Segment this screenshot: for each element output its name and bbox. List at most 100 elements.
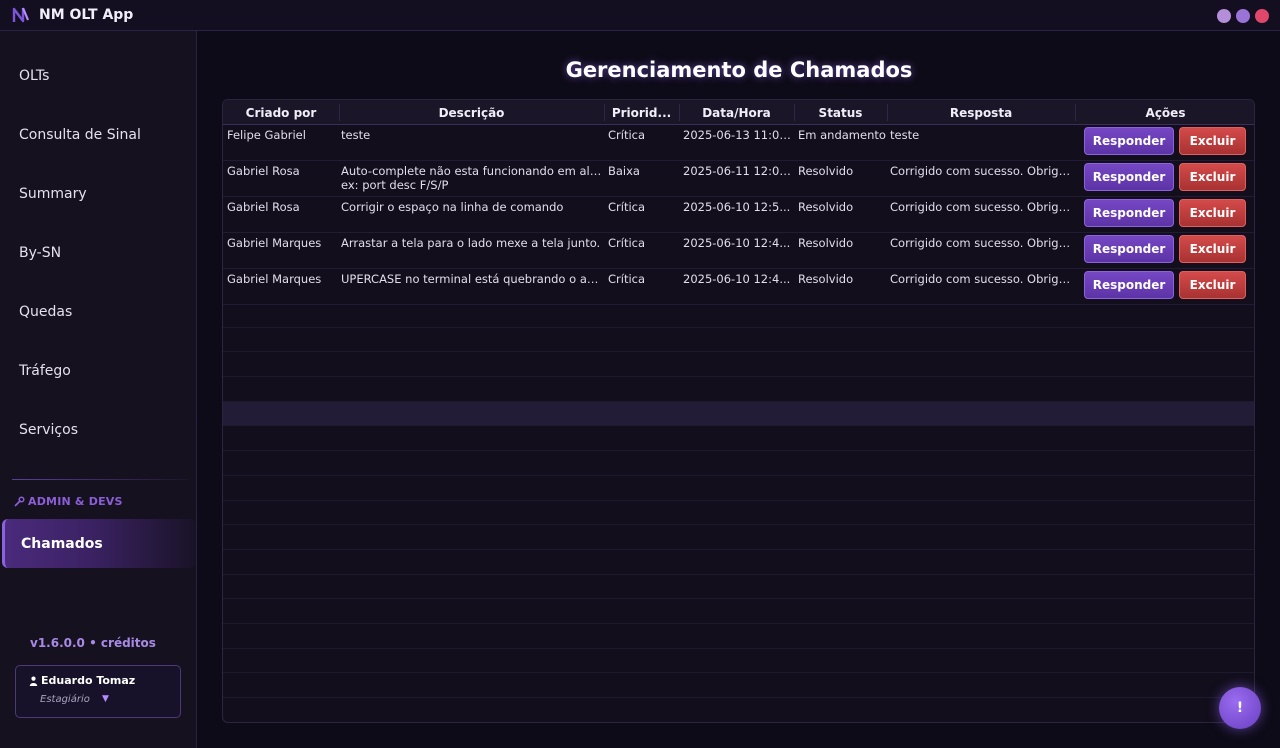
respond-button[interactable]: Responder: [1084, 235, 1174, 263]
user-menu[interactable]: Eduardo Tomaz Estagiário ▼: [15, 665, 181, 718]
column-header-resposta[interactable]: Resposta: [887, 100, 1075, 125]
table-row[interactable]: Gabriel Rosa Corrigir o espaço na linha …: [223, 197, 1254, 233]
delete-button[interactable]: Excluir: [1179, 271, 1246, 299]
cell-criado-por: Felipe Gabriel: [227, 128, 306, 142]
page-title: Gerenciamento de Chamados: [565, 58, 913, 82]
empty-table-row: [223, 328, 1254, 353]
table-row[interactable]: Felipe Gabriel teste Crítica 2025-06-13 …: [223, 125, 1254, 161]
sidebar-item-consulta-de-sinal[interactable]: Consulta de Sinal: [0, 115, 197, 155]
sidebar-item-trafego[interactable]: Tráfego: [0, 351, 197, 391]
empty-table-row: [223, 352, 1254, 378]
delete-button[interactable]: Excluir: [1179, 127, 1246, 155]
version-credits-link[interactable]: v1.6.0.0 • créditos: [30, 636, 156, 650]
tickets-table: Criado por Descrição Priorid... Data/Hor…: [222, 99, 1255, 723]
cell-descricao: Corrigir o espaço na linha de comando: [341, 200, 564, 214]
cell-descricao: teste: [341, 128, 371, 142]
table-row[interactable]: Gabriel Marques UPERCASE no terminal est…: [223, 269, 1254, 305]
sidebar-item-quedas[interactable]: Quedas: [0, 292, 197, 332]
cell-data-hora: 2025-06-11 12:06...: [683, 164, 793, 178]
user-name: Eduardo Tomaz: [41, 674, 136, 687]
maximize-button[interactable]: [1236, 9, 1250, 23]
column-header-descricao[interactable]: Descrição: [339, 100, 604, 125]
column-header-criado-por[interactable]: Criado por: [223, 100, 339, 125]
cell-descricao: Arrastar a tela para o lado mexe a tela …: [341, 236, 601, 250]
cell-prioridade: Baixa: [608, 164, 640, 178]
sidebar-item-olts[interactable]: OLTs: [0, 56, 197, 96]
cell-resposta: Corrigido com sucesso. Obriga...: [890, 236, 1075, 250]
column-header-data-hora[interactable]: Data/Hora: [679, 100, 794, 125]
sidebar-divider: [12, 479, 188, 480]
sidebar-item-by-sn[interactable]: By-SN: [0, 233, 197, 273]
cell-descricao-line2: ex: port desc F/S/P: [341, 178, 449, 192]
cell-descricao: UPERCASE no terminal está quebrando o au…: [341, 272, 603, 286]
empty-table-row: [223, 698, 1254, 722]
section-label-admin: ADMIN & DEVS: [14, 495, 123, 508]
empty-table-row: [223, 550, 1254, 575]
empty-table-row: [223, 451, 1254, 476]
delete-button[interactable]: Excluir: [1179, 199, 1246, 227]
empty-table-row: [223, 401, 1254, 427]
close-button[interactable]: [1255, 9, 1269, 23]
delete-button[interactable]: Excluir: [1179, 163, 1246, 191]
cell-status: Resolvido: [798, 164, 854, 178]
cell-prioridade: Crítica: [608, 236, 646, 250]
respond-button[interactable]: Responder: [1084, 127, 1174, 155]
cell-status: Resolvido: [798, 200, 854, 214]
table-row[interactable]: Gabriel Rosa Auto-complete não esta func…: [223, 161, 1254, 197]
respond-button[interactable]: Responder: [1084, 163, 1174, 191]
empty-table-row: [223, 674, 1254, 699]
respond-button[interactable]: Responder: [1084, 199, 1174, 227]
table-header: Criado por Descrição Priorid... Data/Hor…: [223, 100, 1254, 125]
cell-data-hora: 2025-06-10 12:5...: [683, 200, 791, 214]
sidebar-item-label: Summary: [19, 186, 87, 202]
cell-data-hora: 2025-06-10 12:4...: [683, 272, 791, 286]
column-header-acoes: Ações: [1145, 105, 1186, 120]
empty-table-row: [223, 427, 1254, 452]
empty-table-row: [223, 599, 1254, 625]
empty-table-row: [223, 501, 1254, 526]
fab-label: !: [1236, 700, 1244, 716]
respond-button[interactable]: Responder: [1084, 271, 1174, 299]
cell-resposta: Corrigido com sucesso. Obriga...: [890, 272, 1075, 286]
caret-down-icon: ▼: [102, 694, 109, 704]
cell-prioridade: Crítica: [608, 200, 646, 214]
sidebar-item-servicos[interactable]: Serviços: [0, 410, 197, 450]
title-bar: NM OLT App: [0, 0, 1280, 31]
window-controls: [1217, 9, 1269, 23]
sidebar-item-label: OLTs: [19, 68, 50, 84]
app-title: NM OLT App: [39, 7, 134, 23]
cell-criado-por: Gabriel Marques: [227, 236, 322, 250]
column-header-prioridade[interactable]: Priorid...: [604, 100, 679, 125]
cell-resposta: Corrigido com sucesso. Obriga...: [890, 200, 1075, 214]
sidebar-item-label: By-SN: [19, 245, 62, 261]
cell-descricao: Auto-complete não esta funcionando em al…: [341, 164, 603, 178]
table-row[interactable]: Gabriel Marques Arrastar a tela para o l…: [223, 233, 1254, 269]
cell-status: Resolvido: [798, 272, 854, 286]
sidebar: OLTs Consulta de Sinal Summary By-SN Que…: [0, 31, 197, 748]
sidebar-item-label: Quedas: [19, 304, 73, 320]
cell-criado-por: Gabriel Rosa: [227, 200, 300, 214]
user-icon: [29, 676, 38, 686]
column-header-status[interactable]: Status: [794, 100, 887, 125]
wrench-icon: [14, 496, 25, 507]
sidebar-item-chamados[interactable]: Chamados: [2, 519, 196, 568]
cell-resposta: teste: [890, 128, 920, 142]
section-label-text: ADMIN & DEVS: [28, 495, 123, 508]
sidebar-item-summary[interactable]: Summary: [0, 174, 197, 214]
minimize-button[interactable]: [1217, 9, 1231, 23]
delete-button[interactable]: Excluir: [1179, 235, 1246, 263]
cell-data-hora: 2025-06-13 11:07...: [683, 128, 793, 142]
cell-resposta: Corrigido com sucesso. Obriga...: [890, 164, 1075, 178]
cell-data-hora: 2025-06-10 12:4...: [683, 236, 791, 250]
cell-prioridade: Crítica: [608, 128, 646, 142]
empty-table-row: [223, 303, 1254, 328]
empty-table-row: [223, 377, 1254, 402]
sidebar-item-label: Tráfego: [19, 363, 71, 379]
help-fab-button[interactable]: !: [1219, 687, 1261, 729]
empty-table-row: [223, 649, 1254, 674]
app-logo-icon: [12, 7, 30, 23]
sidebar-item-label: Serviços: [19, 422, 78, 438]
cell-prioridade: Crítica: [608, 272, 646, 286]
empty-table-row: [223, 525, 1254, 550]
sidebar-item-label: Consulta de Sinal: [19, 127, 141, 143]
